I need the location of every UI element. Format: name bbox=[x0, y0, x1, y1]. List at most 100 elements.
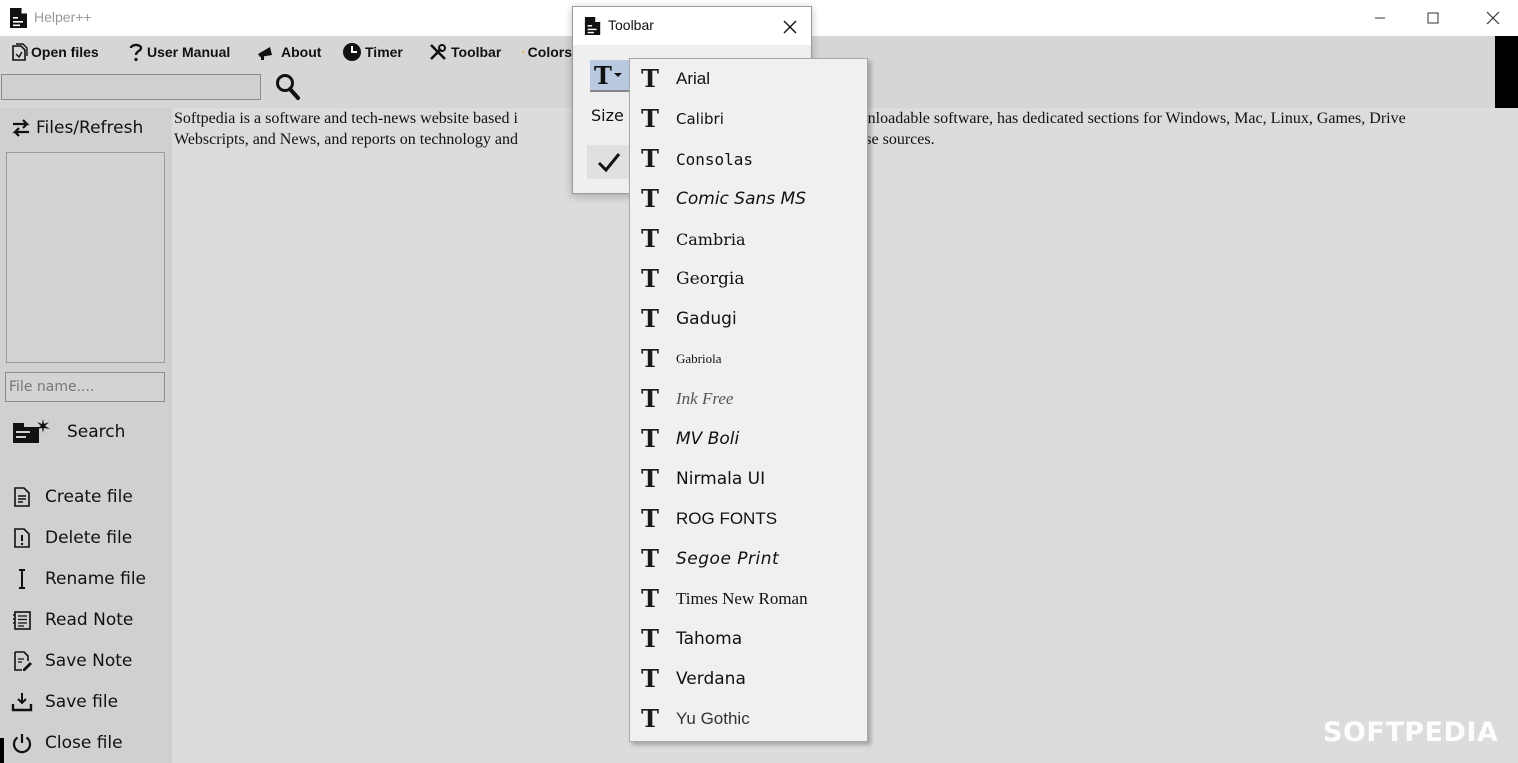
font-option-label: Ink Free bbox=[676, 389, 734, 408]
close-file-button[interactable]: Close file bbox=[11, 730, 123, 756]
toolbar-dialog-title: Toolbar bbox=[608, 17, 654, 33]
font-option-segoe-print[interactable]: T Segoe Print bbox=[630, 539, 867, 579]
font-glyph-icon: T bbox=[641, 664, 659, 693]
close-file-label: Close file bbox=[45, 733, 123, 753]
softpedia-watermark: SOFTPEDIA bbox=[1323, 717, 1499, 748]
apply-check-button[interactable] bbox=[587, 145, 631, 179]
font-option-label: Comic Sans MS bbox=[676, 189, 807, 209]
read-note-label: Read Note bbox=[45, 610, 134, 630]
font-option-gabriola[interactable]: T Gabriola bbox=[630, 339, 867, 379]
create-file-button[interactable]: Create file bbox=[11, 484, 133, 510]
font-glyph-icon: T bbox=[641, 64, 659, 93]
question-icon bbox=[129, 43, 143, 62]
note-line-1-right: s downloadable software, has dedicated s… bbox=[829, 110, 1406, 127]
sidebar-search-label: Search bbox=[67, 422, 126, 442]
font-glyph-icon: T bbox=[641, 104, 659, 133]
font-option-label: Segoe Print bbox=[676, 549, 780, 569]
sidebar-search-button[interactable]: Search bbox=[11, 416, 125, 448]
edit-note-icon bbox=[14, 651, 32, 671]
menu-open-files[interactable]: Open files bbox=[10, 40, 99, 64]
sidebar: Files/Refresh Search Create file bbox=[0, 108, 172, 763]
refresh-arrows-icon bbox=[12, 119, 30, 137]
font-option-times-new-roman[interactable]: T Times New Roman bbox=[630, 579, 867, 619]
files-refresh-label: Files/Refresh bbox=[36, 118, 144, 138]
tools-icon bbox=[430, 44, 446, 60]
rename-file-button[interactable]: Rename file bbox=[11, 566, 146, 592]
save-note-label: Save Note bbox=[45, 651, 133, 671]
toolbar-dialog-close-button[interactable] bbox=[778, 15, 802, 39]
palette-icon bbox=[522, 50, 525, 54]
font-option-cambria[interactable]: T Cambria bbox=[630, 219, 867, 259]
app-logo-icon bbox=[10, 8, 27, 28]
checkmark-icon bbox=[597, 153, 621, 173]
font-option-rog-fonts[interactable]: T ROG FONTS bbox=[630, 499, 867, 539]
menu-about-label: About bbox=[281, 44, 322, 60]
font-option-label: Yu Gothic bbox=[676, 709, 750, 728]
create-file-label: Create file bbox=[45, 487, 133, 507]
font-option-label: Arial bbox=[676, 69, 711, 88]
top-search-input[interactable] bbox=[1, 74, 261, 100]
font-glyph-icon: T bbox=[641, 424, 659, 453]
font-option-label: Times New Roman bbox=[676, 589, 808, 608]
sidebar-active-marker bbox=[0, 738, 4, 763]
font-option-ink-free[interactable]: T Ink Free bbox=[630, 379, 867, 419]
font-option-label: Consolas bbox=[676, 149, 754, 169]
app-logo-icon bbox=[584, 17, 601, 35]
font-option-label: Gadugi bbox=[676, 309, 737, 329]
menu-toolbar[interactable]: Toolbar bbox=[428, 40, 501, 64]
read-note-button[interactable]: Read Note bbox=[11, 607, 133, 633]
text-cursor-icon bbox=[19, 569, 25, 589]
delete-document-icon bbox=[14, 528, 30, 548]
font-option-mv-boli[interactable]: T MV Boli bbox=[630, 419, 867, 459]
delete-file-button[interactable]: Delete file bbox=[11, 525, 132, 551]
font-option-yu-gothic[interactable]: T Yu Gothic bbox=[630, 699, 867, 739]
font-select-button[interactable]: T bbox=[590, 60, 630, 92]
save-file-button[interactable]: Save file bbox=[11, 689, 118, 715]
right-edge-bar bbox=[1495, 36, 1518, 108]
font-glyph-icon: T bbox=[641, 384, 659, 413]
font-option-verdana[interactable]: T Verdana bbox=[630, 659, 867, 699]
toolbar-dialog-titlebar: Toolbar bbox=[573, 7, 811, 45]
font-option-georgia[interactable]: T Georgia bbox=[630, 259, 867, 299]
menu-about[interactable]: About bbox=[256, 40, 321, 64]
font-glyph-icon: T bbox=[641, 224, 659, 253]
font-option-label: Gabriola bbox=[676, 351, 722, 366]
menu-open-files-label: Open files bbox=[31, 44, 99, 60]
download-tray-icon bbox=[11, 693, 33, 712]
menu-colors-label: Colors bbox=[527, 44, 572, 60]
font-option-tahoma[interactable]: T Tahoma bbox=[630, 619, 867, 659]
font-option-label: Calibri bbox=[676, 110, 724, 128]
font-option-label: Georgia bbox=[676, 269, 745, 289]
save-note-button[interactable]: Save Note bbox=[11, 648, 132, 674]
font-option-label: Cambria bbox=[676, 229, 746, 249]
font-option-consolas[interactable]: T Consolas bbox=[630, 139, 867, 179]
save-file-label: Save file bbox=[45, 692, 119, 712]
menu-colors[interactable]: Colors bbox=[522, 40, 572, 64]
search-button[interactable] bbox=[275, 73, 301, 101]
close-window-button[interactable] bbox=[1470, 0, 1516, 36]
power-icon bbox=[12, 734, 32, 754]
font-option-gadugi[interactable]: T Gadugi bbox=[630, 299, 867, 339]
font-glyph-icon: T bbox=[641, 584, 659, 613]
file-name-input[interactable] bbox=[5, 372, 165, 402]
font-glyph-icon: T bbox=[641, 184, 659, 213]
window-title: Helper++ bbox=[34, 9, 92, 25]
font-option-label: Tahoma bbox=[676, 629, 743, 649]
close-icon bbox=[783, 20, 797, 34]
files-refresh-button[interactable]: Files/Refresh bbox=[11, 116, 143, 140]
open-files-icon bbox=[12, 43, 28, 61]
font-option-calibri[interactable]: T Calibri bbox=[630, 99, 867, 139]
menu-user-manual[interactable]: User Manual bbox=[128, 40, 230, 64]
font-glyph-icon: T bbox=[641, 704, 659, 733]
font-option-comic-sans-ms[interactable]: T Comic Sans MS bbox=[630, 179, 867, 219]
font-option-label: ROG FONTS bbox=[676, 509, 778, 528]
font-option-nirmala-ui[interactable]: T Nirmala UI bbox=[630, 459, 867, 499]
maximize-button[interactable] bbox=[1410, 0, 1456, 36]
minimize-button[interactable] bbox=[1357, 0, 1403, 36]
search-icon bbox=[276, 74, 300, 100]
menu-timer[interactable]: Timer bbox=[342, 40, 403, 64]
font-option-arial[interactable]: T Arial bbox=[630, 59, 867, 99]
megaphone-icon bbox=[258, 47, 272, 60]
delete-file-label: Delete file bbox=[45, 528, 133, 548]
file-list[interactable] bbox=[6, 152, 165, 363]
